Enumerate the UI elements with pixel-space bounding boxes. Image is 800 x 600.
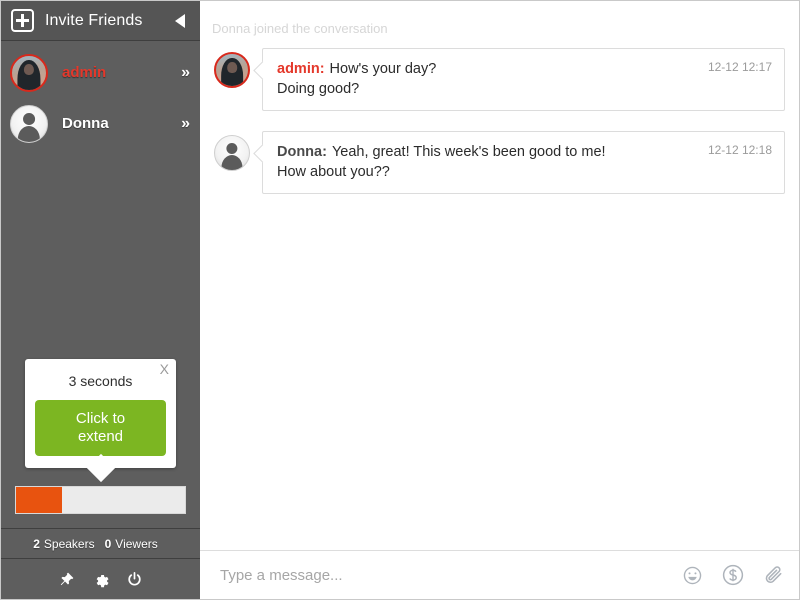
avatar [214,52,250,88]
message-text-2: How about you?? [277,164,770,180]
chevron-right-icon[interactable]: » [181,64,188,82]
user-list-item-admin[interactable]: admin » [1,47,200,98]
message-line-1: admin: How's your day? [277,61,770,77]
message-row: 12-12 12:17 admin: How's your day? Doing … [214,48,785,111]
speakers-count: 2 [33,537,40,551]
extend-button-line1: Click to [39,410,162,428]
collapse-left-arrow-icon[interactable] [175,14,185,28]
chevron-right-icon[interactable]: » [181,115,188,133]
sidebar: Invite Friends admin » Donna » X [1,1,200,599]
chat-application-window: Invite Friends admin » Donna » X [0,0,800,600]
speakers-label: Speakers [44,537,95,551]
sidebar-spacer [1,149,200,359]
user-name: admin [62,64,181,81]
avatar [214,135,250,171]
message-input[interactable] [218,566,682,585]
user-list: admin » Donna » [1,41,200,149]
message-composer [200,550,799,599]
message-sender: admin: [277,61,325,77]
user-list-item-donna[interactable]: Donna » [1,98,200,149]
message-text-1: Yeah, great! This week's been good to me… [332,144,606,160]
extend-button-line2: extend [39,428,162,446]
emoji-smiley-icon[interactable] [682,565,703,586]
message-list: 12-12 12:17 admin: How's your day? Doing … [200,36,799,550]
message-text-2: Doing good? [277,81,770,97]
avatar-head-shape [226,143,237,154]
avatar-head-shape [23,113,35,125]
dollar-circle-icon[interactable] [721,563,745,587]
popup-tail-shape [86,454,114,482]
message-timestamp: 12-12 12:18 [708,143,772,157]
message-line-1: Donna: Yeah, great! This week's been good… [277,144,770,160]
pin-icon[interactable] [58,571,75,588]
power-icon[interactable] [126,571,143,588]
user-name: Donna [62,115,181,132]
avatar-body-shape [221,155,242,171]
message-bubble: 12-12 12:17 admin: How's your day? Doing … [262,48,785,111]
invite-friends-label: Invite Friends [45,12,175,30]
message-row: 12-12 12:18 Donna: Yeah, great! This week… [214,131,785,194]
chat-panel: Donna joined the conversation 12-12 12:1… [200,1,799,599]
viewers-label: Viewers [115,537,157,551]
message-text-1: How's your day? [330,61,437,77]
composer-icon-group [682,563,785,587]
avatar [10,105,48,143]
time-progress-fill [16,487,62,513]
timer-popup: X 3 seconds Click to extend [25,359,176,468]
close-icon[interactable]: X [160,362,169,376]
paperclip-icon[interactable] [763,564,785,586]
timer-popup-body: X 3 seconds Click to extend [25,359,176,468]
invite-friends-button[interactable]: Invite Friends [1,1,200,41]
avatar-body-shape [18,126,40,143]
system-join-notice: Donna joined the conversation [200,1,799,36]
viewers-count: 0 [105,537,112,551]
gear-icon[interactable] [92,571,109,588]
plus-square-icon [11,9,34,32]
message-timestamp: 12-12 12:17 [708,60,772,74]
message-sender: Donna: [277,144,327,160]
time-progress-bar [15,486,186,514]
sidebar-toolbar [1,559,200,599]
timer-seconds-label: 3 seconds [35,369,166,400]
click-to-extend-button[interactable]: Click to extend [35,400,166,456]
message-bubble: 12-12 12:18 Donna: Yeah, great! This week… [262,131,785,194]
room-stats-bar: 2 Speakers 0 Viewers [1,528,200,559]
avatar [10,54,48,92]
